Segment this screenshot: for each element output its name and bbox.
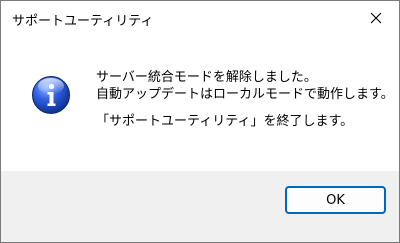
- close-button[interactable]: [353, 1, 399, 35]
- message-line-1: サーバー統合モードを解除しました。: [96, 70, 317, 85]
- message-line-2: 自動アップデートはローカルモードで動作します。: [96, 87, 394, 102]
- window-title: サポートユーティリティ: [12, 14, 154, 29]
- close-icon: [370, 12, 382, 24]
- dialog-message: サーバー統合モードを解除しました。 自動アップデートはローカルモードで動作します…: [96, 69, 394, 130]
- ok-button[interactable]: OK: [285, 186, 386, 214]
- dialog-content: サーバー統合モードを解除しました。 自動アップデートはローカルモードで動作します…: [1, 35, 399, 171]
- information-icon: [31, 75, 71, 115]
- dialog-footer: OK: [1, 171, 399, 242]
- message-spacer: [96, 103, 394, 113]
- focus-ring: [288, 189, 383, 211]
- message-dialog: サポートユーティリティ サーバー統合モードを解除しました。 自動アップデートはロ…: [0, 0, 400, 243]
- title-bar: サポートユーティリティ: [1, 1, 399, 35]
- message-line-3: 「サポートユーティリティ」を終了します。: [96, 114, 354, 129]
